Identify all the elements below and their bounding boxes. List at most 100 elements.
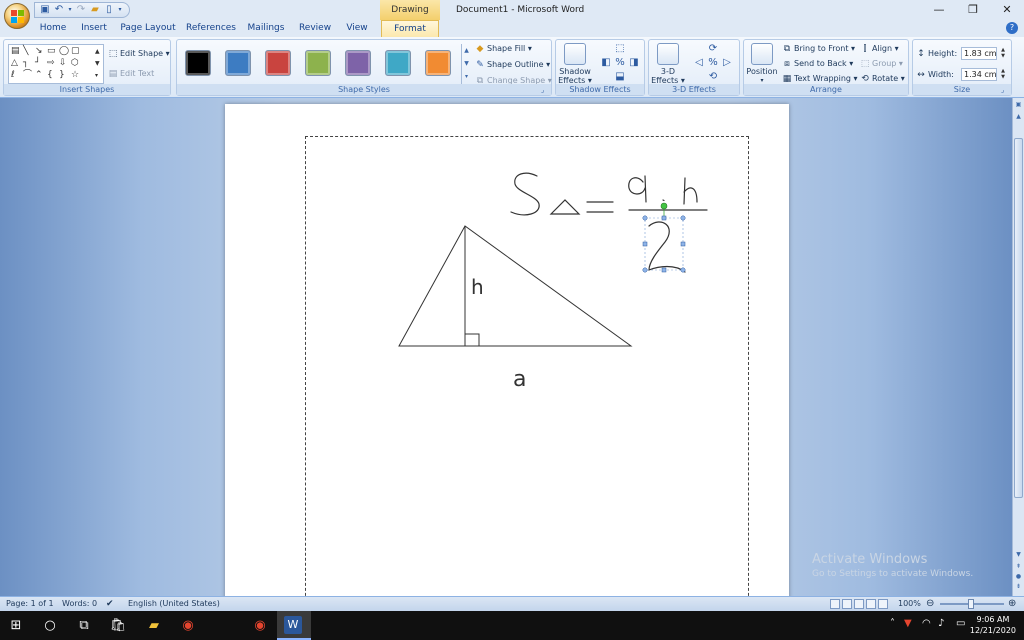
tab-home[interactable]: Home [36,20,70,37]
width-input[interactable] [961,68,997,81]
scroll-down-icon[interactable]: ▼ [1014,550,1023,560]
tab-mailings[interactable]: Mailings [244,20,288,37]
shadow-effects-button[interactable]: Shadow Effects ▾ [558,43,592,85]
arrow-shape-icon[interactable]: ↘ [35,46,43,57]
bring-to-front-button[interactable]: ⧉ Bring to Front ▾ [782,43,855,55]
edit-shape-button[interactable]: ⬚ Edit Shape ▾ [108,48,170,60]
full-screen-reading-icon[interactable] [842,599,852,609]
star-shape-icon[interactable]: ☆ [71,70,79,81]
style-swatch-red[interactable] [265,50,291,76]
resize-handle-s[interactable] [661,267,667,273]
freeform-icon[interactable]: ℓ [11,70,15,81]
size-launcher-icon[interactable]: ⌟ [1001,86,1009,94]
style-swatch-purple[interactable] [345,50,371,76]
resize-handle-ne[interactable] [680,215,686,221]
open-folder-icon[interactable]: ▰ [89,4,101,16]
antivirus-tray-icon[interactable]: ▼ [904,618,912,629]
nudge-shadow-right-icon[interactable]: ◨ [628,57,640,69]
gallery-scroll-up-icon[interactable]: ▲ [95,46,100,57]
tray-overflow-icon[interactable]: ˄ [890,618,895,629]
resize-handle-nw[interactable] [642,215,648,221]
zoom-out-icon[interactable]: ⊖ [926,597,934,611]
zoom-in-icon[interactable]: ⊕ [1008,597,1016,611]
position-button[interactable]: Position ▾ [746,43,778,85]
height-input[interactable] [961,47,997,60]
web-layout-icon[interactable] [854,599,864,609]
document-page[interactable]: h a [225,104,789,596]
word-count[interactable]: Words: 0 [62,597,97,611]
taskbar-clock[interactable]: 9:06 AM 12/21/2020 [970,614,1016,636]
file-explorer-icon[interactable]: ▰ [144,616,164,636]
tab-insert[interactable]: Insert [76,20,112,37]
next-page-icon[interactable]: ⇟ [1014,582,1023,592]
align-button[interactable]: ⫿ Align ▾ [860,43,899,55]
store-icon[interactable]: 🛍 [108,616,128,636]
height-spinner[interactable]: ▲ ▼ [999,47,1007,60]
arc-icon[interactable]: ⌃ [35,70,43,81]
shape-styles-launcher-icon[interactable]: ⌟ [541,86,549,94]
nudge-shadow-down-icon[interactable]: ⬓ [614,71,626,83]
scroll-up-icon[interactable]: ▲ [1014,112,1023,122]
style-swatch-teal[interactable] [385,50,411,76]
nudge-shadow-left-icon[interactable]: ◧ [600,57,612,69]
tab-review[interactable]: Review [296,20,334,37]
nudge-shadow-center-icon[interactable]: % [614,57,626,69]
resize-handle-e[interactable] [680,241,686,247]
rotation-handle[interactable] [660,202,668,210]
previous-page-icon[interactable]: ⇞ [1014,562,1023,572]
tab-references[interactable]: References [184,20,238,37]
shadow-on-off-icon[interactable]: ⬚ [614,43,626,55]
undo-icon[interactable]: ↶ [53,4,65,16]
line-shape-icon[interactable]: ╲ [23,46,28,57]
shapes-gallery[interactable]: ▤ ╲ ↘ ▭ ◯ ▢ △ ┐ ┘ ⇨ ⇩ ⬡ ℓ ⌒ ⌃ { } ☆ ▲ ▼ … [8,44,104,84]
new-document-icon[interactable]: ▯ [103,4,115,16]
down-arrow-shape-icon[interactable]: ⇩ [59,58,67,69]
minimize-button[interactable]: — [922,0,956,20]
style-scroll-down-icon[interactable]: ▼ [462,57,471,70]
language-indicator[interactable]: English (United States) [128,597,220,611]
notifications-icon[interactable]: ▭ [956,618,965,629]
task-view-icon[interactable]: ⧉ [74,616,94,636]
resize-handle-se[interactable] [680,267,686,273]
zoom-level[interactable]: 100% [898,597,921,611]
style-swatch-orange[interactable] [425,50,451,76]
selection-handles[interactable] [642,202,686,273]
save-icon[interactable]: ▣ [39,4,51,16]
resize-handle-sw[interactable] [642,267,648,273]
tilt-down-icon[interactable]: ⟲ [707,71,719,83]
right-brace-icon[interactable]: } [59,70,65,81]
browse-object-icon[interactable]: ● [1014,572,1023,582]
style-swatch-black[interactable] [185,50,211,76]
style-scroll-up-icon[interactable]: ▲ [462,44,471,57]
chrome-profile-icon[interactable]: ◉ [250,616,270,636]
left-brace-icon[interactable]: { [47,70,53,81]
redo-icon[interactable]: ↷ [75,4,87,16]
scroll-thumb[interactable] [1014,138,1023,498]
rectangle-shape-icon[interactable]: ▭ [47,46,56,57]
triangle-shape-icon[interactable]: △ [11,58,18,69]
help-icon[interactable]: ? [1006,22,1018,34]
restore-button[interactable]: ❐ [956,0,990,20]
resize-handle-n[interactable] [661,215,667,221]
wifi-icon[interactable]: ◠ [922,618,931,629]
tilt-left-icon[interactable]: ◁ [693,57,705,69]
three-d-on-off-icon[interactable]: % [707,57,719,69]
tab-format[interactable]: Format [381,20,439,37]
chrome-icon[interactable]: ◉ [178,616,198,636]
width-spinner[interactable]: ▲ ▼ [999,68,1007,81]
tab-view[interactable]: View [340,20,374,37]
page-count[interactable]: Page: 1 of 1 [6,597,54,611]
zoom-slider-thumb[interactable] [968,599,974,609]
print-layout-view-icon[interactable] [830,599,840,609]
customize-qat-icon[interactable]: ▾ [117,4,123,16]
gallery-more-icon[interactable]: ▾ [95,70,98,81]
close-button[interactable]: ✕ [990,0,1024,20]
ruler-toggle-icon[interactable]: ▣ [1014,100,1023,110]
proofing-icon[interactable]: ✔ [106,597,114,611]
windows-start-icon[interactable]: ⊞ [6,616,26,636]
word-taskbar-button[interactable]: W [277,611,311,640]
oval-shape-icon[interactable]: ◯ [59,46,69,57]
rounded-rect-shape-icon[interactable]: ▢ [71,46,80,57]
search-icon[interactable]: ○ [40,616,60,636]
vertical-scrollbar[interactable]: ▣ ▲ ▼ ⇞ ● ⇟ [1012,98,1024,596]
